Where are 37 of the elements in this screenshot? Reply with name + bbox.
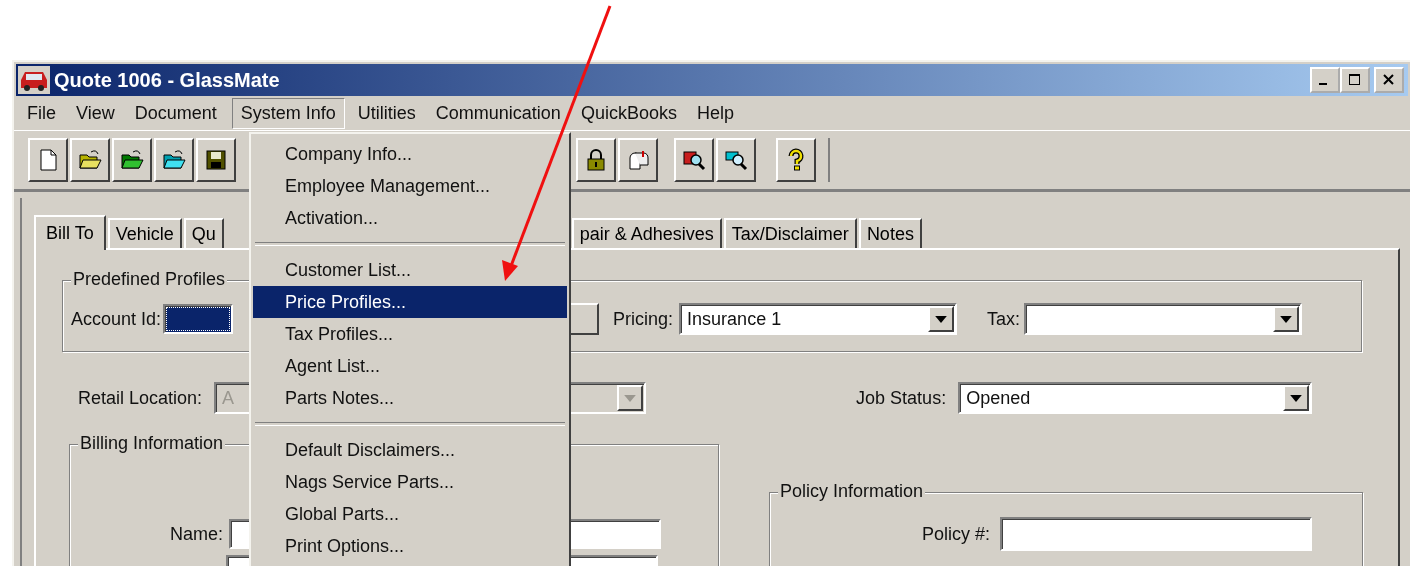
menu-item[interactable]: Price Profiles...	[253, 286, 567, 318]
menu-item[interactable]: Agent List...	[253, 350, 567, 382]
field-label: Name:	[170, 523, 223, 545]
menu-item[interactable]: Employee Management...	[253, 170, 567, 202]
menu-item[interactable]: System Info	[231, 97, 345, 129]
field-label: Account Id:	[71, 308, 162, 330]
menu-item[interactable]: Tax Profiles...	[253, 318, 567, 350]
menu-item[interactable]: QuickBooks	[571, 97, 686, 129]
field-label: Job Status:	[856, 387, 947, 409]
window-title: Quote 1006 - GlassMate	[54, 68, 280, 92]
field-label: Policy #:	[922, 523, 991, 545]
field-label: Tax:	[987, 308, 1021, 330]
menu-item[interactable]: Activation...	[253, 202, 567, 234]
menu-item[interactable]: Customer List...	[253, 254, 567, 286]
field-label: Pricing:	[613, 308, 674, 330]
menu-item[interactable]: Document	[125, 97, 226, 129]
tab[interactable]: Qu	[183, 218, 224, 248]
menu-item[interactable]: File	[18, 97, 65, 129]
menu-item[interactable]: Parts Notes...	[253, 382, 567, 414]
job-status-dropdown[interactable]: Opened	[958, 382, 1313, 414]
menu-item[interactable]: Utilities	[348, 97, 425, 129]
menu-item[interactable]: Global Parts...	[253, 498, 567, 530]
field-label: Retail Location:	[78, 387, 203, 409]
tab[interactable]: Bill To	[34, 215, 106, 250]
menu-item[interactable]: Default Disclaimers...	[253, 434, 567, 466]
menu-item[interactable]: Company Info...	[253, 138, 567, 170]
tab[interactable]: Tax/Disclaimer	[723, 218, 857, 248]
tab[interactable]: Vehicle	[107, 218, 182, 248]
menu-item[interactable]: Communication	[426, 97, 570, 129]
group-title: Policy Information	[778, 481, 926, 502]
menu-item[interactable]: Print Options...	[253, 530, 567, 562]
tab[interactable]: Notes	[858, 218, 922, 248]
menu-item[interactable]: Help	[687, 97, 743, 129]
group-title: Billing Information	[78, 433, 226, 454]
menu-item[interactable]: Nags Service Parts...	[253, 466, 567, 498]
menu-item[interactable]: View	[67, 97, 124, 129]
pricing-dropdown[interactable]: Insurance 1	[679, 303, 958, 335]
